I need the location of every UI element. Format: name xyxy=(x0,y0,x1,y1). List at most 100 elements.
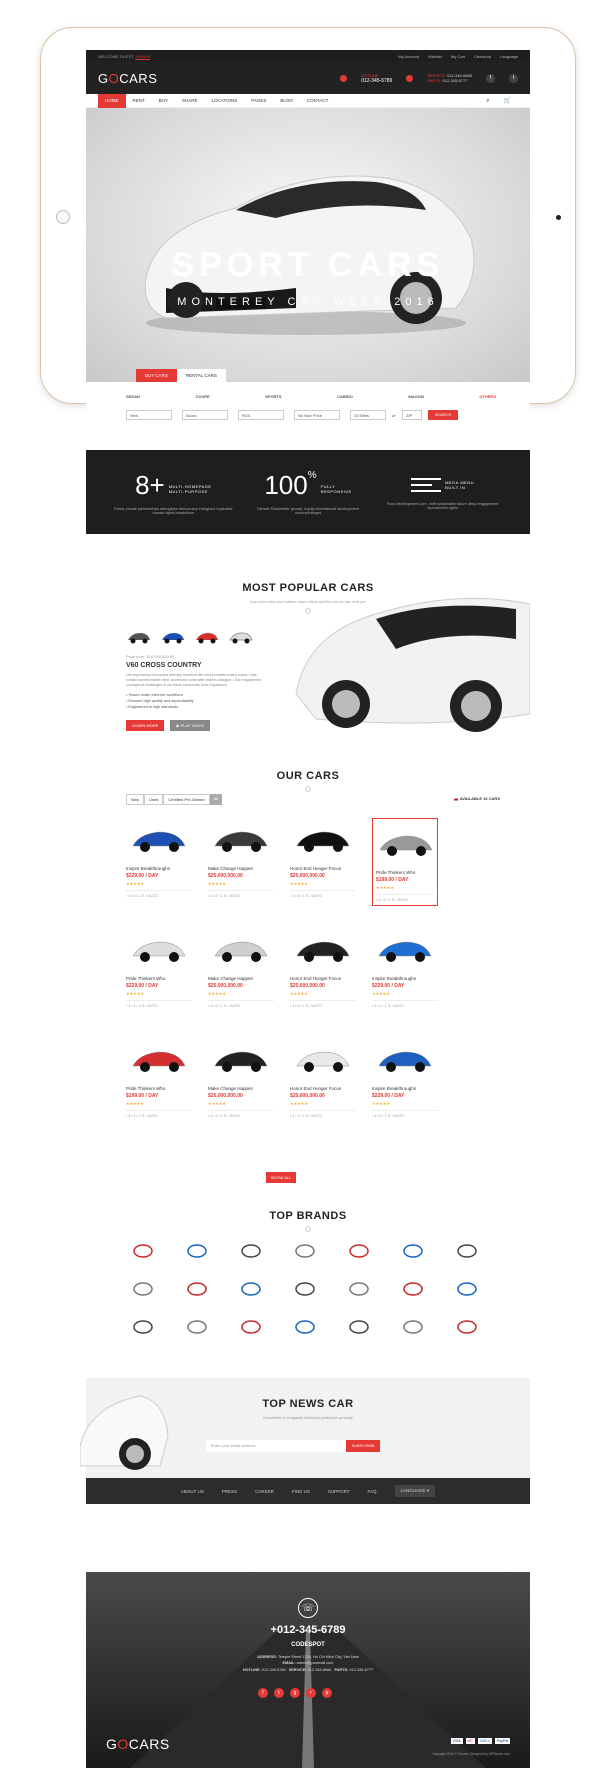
brand-logo[interactable] xyxy=(294,1240,316,1262)
brand-logo[interactable] xyxy=(186,1278,208,1300)
filter-certified[interactable]: Certified Pre-Owned xyxy=(163,794,210,805)
car-card[interactable]: Honor End Hunger Focus $25,000,000.00 ★★… xyxy=(290,818,356,898)
type-sports[interactable]: SPORTS xyxy=(265,394,281,399)
condition-select[interactable]: New xyxy=(126,410,172,420)
twitter-icon[interactable]: t xyxy=(509,73,518,83)
tab-rental-cars[interactable]: RENTAL CARS xyxy=(176,369,226,382)
car-image[interactable] xyxy=(372,1038,438,1082)
footer-email[interactable]: admin@yourmail.com xyxy=(297,1661,334,1665)
car-title[interactable]: Make Change Happen xyxy=(208,866,274,871)
car-image[interactable] xyxy=(290,1038,356,1082)
subscribe-button[interactable]: SUBSCRIBE xyxy=(346,1440,380,1452)
brand-logo[interactable] xyxy=(132,1278,154,1300)
facebook-icon[interactable]: f xyxy=(258,1688,268,1698)
brand-logo[interactable] xyxy=(294,1316,316,1338)
brand-logo[interactable] xyxy=(186,1240,208,1262)
nav-buy[interactable]: BUY xyxy=(152,94,175,108)
filter-new[interactable]: New xyxy=(126,794,145,805)
filter-all[interactable]: All xyxy=(209,794,223,805)
sign-in-link[interactable]: SIGN IN xyxy=(135,54,150,59)
language-dropdown[interactable]: LANGUAGE ▾ xyxy=(394,1485,436,1497)
car-card[interactable]: Make Change Happen $25,000,000.00 ★★★★★ … xyxy=(208,1038,274,1118)
price-select[interactable]: No Max Price xyxy=(294,410,340,420)
car-title[interactable]: Inspire Breakthroughs xyxy=(372,976,438,981)
nav-contact[interactable]: CONTACT xyxy=(300,94,335,108)
car-image[interactable] xyxy=(126,928,192,972)
car-card[interactable]: Honor End Hunger Focus $25,000,000.00 ★★… xyxy=(290,928,356,1008)
logo[interactable]: GOCARS xyxy=(98,71,157,86)
car-card[interactable]: Make Change Happen $25,000,000.00 ★★★★★ … xyxy=(208,928,274,1008)
footer-support[interactable]: SUPPORT xyxy=(328,1489,350,1494)
car-card[interactable]: Pride Thinkers Who $199.00 / DAY ★★★★★ ▪… xyxy=(126,1038,192,1118)
brand-logo[interactable] xyxy=(456,1240,478,1262)
car-title[interactable]: Pride Thinkers Who xyxy=(126,976,192,981)
type-wagon[interactable]: WAGON xyxy=(408,394,424,399)
filter-used[interactable]: Used xyxy=(144,794,164,805)
footer-find-us[interactable]: FIND US xyxy=(292,1489,310,1494)
car-image[interactable] xyxy=(372,928,438,972)
my-cart-link[interactable]: My Cart xyxy=(451,54,465,59)
car-title[interactable]: Inspire Breakthroughs xyxy=(126,866,192,871)
car-card[interactable]: Inspire Breakthroughs $229.00 / DAY ★★★★… xyxy=(372,1038,438,1118)
brand-logo[interactable] xyxy=(402,1278,424,1300)
car-image[interactable] xyxy=(208,818,274,862)
facebook-icon[interactable]: f xyxy=(486,73,495,83)
car-title[interactable]: Pride Thinkers Who xyxy=(126,1086,192,1091)
car-image[interactable] xyxy=(290,818,356,862)
brand-logo[interactable] xyxy=(348,1316,370,1338)
play-video-button[interactable]: ▶ PLAY VIDEO xyxy=(170,719,211,731)
brand-logo[interactable] xyxy=(132,1240,154,1262)
thumb-car-2[interactable] xyxy=(160,630,186,644)
car-image[interactable] xyxy=(290,928,356,972)
twitter-icon[interactable]: t xyxy=(274,1688,284,1698)
wishlist-link[interactable]: Wishlist xyxy=(428,54,442,59)
search-icon[interactable]: ⌕ xyxy=(479,94,496,108)
car-card[interactable]: Inspire Breakthroughs $229.00 / DAY ★★★★… xyxy=(126,818,192,898)
tab-buy-cars[interactable]: BUY CARS xyxy=(136,369,177,382)
car-title[interactable]: Honor End Hunger Focus xyxy=(290,866,356,871)
car-card[interactable]: Inspire Breakthroughs $229.00 / DAY ★★★★… xyxy=(372,928,438,1008)
car-card[interactable]: Make Change Happen $25,000,000.00 ★★★★★ … xyxy=(208,818,274,898)
email-input[interactable]: Enter your email address xyxy=(206,1440,346,1452)
thumb-car-3[interactable] xyxy=(194,630,220,644)
car-image[interactable] xyxy=(376,822,434,866)
footer-logo[interactable]: GOCARS xyxy=(106,1736,170,1752)
car-title[interactable]: Honor End Hunger Focus xyxy=(290,976,356,981)
brand-logo[interactable] xyxy=(456,1316,478,1338)
car-image[interactable] xyxy=(126,1038,192,1082)
search-button[interactable]: SEARCH xyxy=(428,410,458,420)
footer-about[interactable]: ABOUT US xyxy=(181,1489,204,1494)
zip-input[interactable]: ZIP xyxy=(402,410,422,420)
type-cabrio[interactable]: CABRIO xyxy=(337,394,353,399)
brand-logo[interactable] xyxy=(294,1278,316,1300)
car-title[interactable]: Make Change Happen xyxy=(208,1086,274,1091)
rss-icon[interactable]: r xyxy=(306,1688,316,1698)
nav-pages[interactable]: PAGES xyxy=(244,94,273,108)
make-select[interactable]: Acura xyxy=(182,410,228,420)
pinterest-icon[interactable]: p xyxy=(322,1688,332,1698)
show-all-button[interactable]: SHOW ALL xyxy=(266,1172,296,1183)
footer-press[interactable]: PRESS xyxy=(222,1489,237,1494)
car-card[interactable]: Pride Thinkers Who $199.00 / DAY ★★★★★ ▪… xyxy=(372,818,438,906)
model-select[interactable]: RDX xyxy=(238,410,284,420)
thumb-car-1[interactable] xyxy=(126,630,152,644)
car-image[interactable] xyxy=(208,1038,274,1082)
brand-logo[interactable] xyxy=(348,1240,370,1262)
brand-logo[interactable] xyxy=(456,1278,478,1300)
type-coupe[interactable]: COUPE xyxy=(195,394,209,399)
learn-more-button[interactable]: LEARN MORE xyxy=(126,719,165,731)
google-plus-icon[interactable]: g xyxy=(290,1688,300,1698)
nav-rent[interactable]: RENT xyxy=(126,94,152,108)
distance-select[interactable]: 20 Miles xyxy=(350,410,386,420)
cart-icon[interactable]: 🛒 xyxy=(497,94,518,108)
brand-logo[interactable] xyxy=(402,1240,424,1262)
brand-logo[interactable] xyxy=(240,1316,262,1338)
car-title[interactable]: Inspire Breakthroughs xyxy=(372,1086,438,1091)
nav-home[interactable]: HOME xyxy=(98,93,126,108)
brand-logo[interactable] xyxy=(240,1240,262,1262)
brand-logo[interactable] xyxy=(132,1316,154,1338)
car-title[interactable]: Honor End Hunger Focus xyxy=(290,1086,356,1091)
language-link[interactable]: Language xyxy=(500,54,518,59)
type-others[interactable]: OTHERS xyxy=(479,394,496,399)
nav-blog[interactable]: BLOG xyxy=(273,94,300,108)
